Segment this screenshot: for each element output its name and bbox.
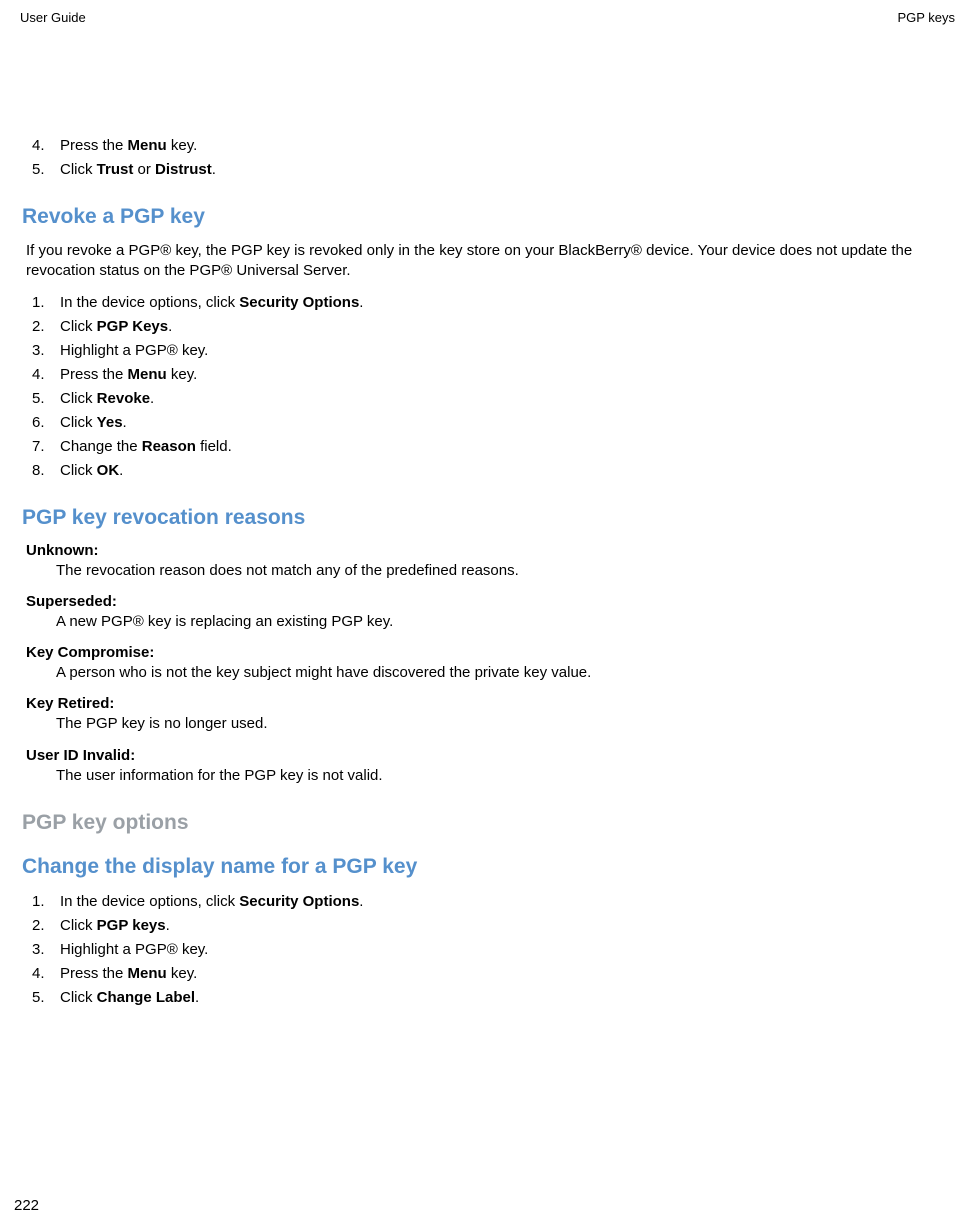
reason-definition: The PGP key is no longer used.: [22, 714, 955, 734]
reason-definition: The revocation reason does not match any…: [22, 561, 955, 581]
step-text: Highlight a PGP® key.: [60, 939, 208, 960]
step-text: Highlight a PGP® key.: [60, 340, 208, 361]
list-item: 5.Click Change Label.: [32, 987, 955, 1008]
list-item: 1.In the device options, click Security …: [32, 891, 955, 912]
reason-term-label: Superseded: [26, 593, 112, 610]
page-header: User Guide PGP keys: [20, 10, 955, 25]
revocation-reasons-list: Unknown: The revocation reason does not m…: [22, 542, 955, 786]
list-item: 2.Click PGP Keys.: [32, 316, 955, 337]
list-item: 4.Press the Menu key.: [32, 963, 955, 984]
step-text: Click PGP Keys.: [60, 316, 172, 337]
section-change-display-title: Change the display name for a PGP key: [22, 855, 955, 879]
list-item: 8.Click OK.: [32, 460, 955, 481]
step-number: 3.: [32, 340, 60, 361]
list-item: 7.Change the Reason field.: [32, 436, 955, 457]
step-number: 6.: [32, 412, 60, 433]
step-number: 3.: [32, 939, 60, 960]
step-bold-term: Yes: [97, 414, 123, 431]
step-number: 1.: [32, 891, 60, 912]
step-number: 5.: [32, 159, 60, 180]
reason-term: Key Compromise:: [22, 644, 955, 661]
step-bold-term: Trust: [97, 161, 134, 178]
step-number: 7.: [32, 436, 60, 457]
step-text: Press the Menu key.: [60, 135, 197, 156]
reason-term-label: Key Compromise: [26, 644, 149, 661]
step-number: 5.: [32, 388, 60, 409]
section-revoke-paragraph: If you revoke a PGP® key, the PGP key is…: [22, 241, 955, 282]
step-number: 4.: [32, 135, 60, 156]
list-item: 3.Highlight a PGP® key.: [32, 939, 955, 960]
step-number: 4.: [32, 963, 60, 984]
list-item: 6.Click Yes.: [32, 412, 955, 433]
reason-term-label: User ID Invalid: [26, 747, 130, 764]
list-item: 3.Highlight a PGP® key.: [32, 340, 955, 361]
list-item: 4.Press the Menu key.: [32, 135, 955, 156]
step-bold-term: Revoke: [97, 390, 150, 407]
step-text: Change the Reason field.: [60, 436, 232, 457]
step-bold-term: PGP keys: [97, 917, 166, 934]
section-revoke-title: Revoke a PGP key: [22, 205, 955, 229]
reason-term: Superseded:: [22, 593, 955, 610]
step-text: In the device options, click Security Op…: [60, 891, 363, 912]
page-content: 4.Press the Menu key.5.Click Trust or Di…: [20, 135, 955, 1008]
step-bold-term: Reason: [142, 438, 196, 455]
reason-definition: A new PGP® key is replacing an existing …: [22, 612, 955, 632]
reason-term: User ID Invalid:: [22, 747, 955, 764]
section-reasons-title: PGP key revocation reasons: [22, 506, 955, 530]
step-text: Click PGP keys.: [60, 915, 170, 936]
step-text: Click Revoke.: [60, 388, 154, 409]
intro-steps-list: 4.Press the Menu key.5.Click Trust or Di…: [22, 135, 955, 180]
section-options-title: PGP key options: [22, 811, 955, 835]
step-bold-term: Security Options: [239, 294, 359, 311]
step-text: In the device options, click Security Op…: [60, 292, 363, 313]
header-right: PGP keys: [897, 10, 955, 25]
step-number: 5.: [32, 987, 60, 1008]
reason-term-label: Unknown: [26, 542, 94, 559]
page-number: 222: [14, 1197, 39, 1214]
list-item: 5.Click Trust or Distrust.: [32, 159, 955, 180]
step-number: 4.: [32, 364, 60, 385]
step-bold-term: Menu: [128, 366, 167, 383]
list-item: 5.Click Revoke.: [32, 388, 955, 409]
step-bold-term: Distrust: [155, 161, 212, 178]
reason-definition: The user information for the PGP key is …: [22, 766, 955, 786]
reason-term: Unknown:: [22, 542, 955, 559]
reason-term: Key Retired:: [22, 695, 955, 712]
step-text: Click Change Label.: [60, 987, 199, 1008]
step-bold-term: Security Options: [239, 893, 359, 910]
step-number: 2.: [32, 316, 60, 337]
step-bold-term: Change Label: [97, 989, 195, 1006]
step-text: Click OK.: [60, 460, 123, 481]
step-bold-term: PGP Keys: [97, 318, 168, 335]
revoke-steps-list: 1.In the device options, click Security …: [22, 292, 955, 481]
step-text: Press the Menu key.: [60, 364, 197, 385]
list-item: 4.Press the Menu key.: [32, 364, 955, 385]
step-bold-term: Menu: [128, 965, 167, 982]
reason-term-label: Key Retired: [26, 695, 109, 712]
step-number: 1.: [32, 292, 60, 313]
step-text: Press the Menu key.: [60, 963, 197, 984]
step-number: 8.: [32, 460, 60, 481]
list-item: 2.Click PGP keys.: [32, 915, 955, 936]
step-number: 2.: [32, 915, 60, 936]
step-text: Click Yes.: [60, 412, 127, 433]
change-display-steps-list: 1.In the device options, click Security …: [22, 891, 955, 1008]
step-bold-term: Menu: [128, 137, 167, 154]
step-bold-term: OK: [97, 462, 120, 479]
header-left: User Guide: [20, 10, 86, 25]
reason-definition: A person who is not the key subject migh…: [22, 663, 955, 683]
step-text: Click Trust or Distrust.: [60, 159, 216, 180]
list-item: 1.In the device options, click Security …: [32, 292, 955, 313]
